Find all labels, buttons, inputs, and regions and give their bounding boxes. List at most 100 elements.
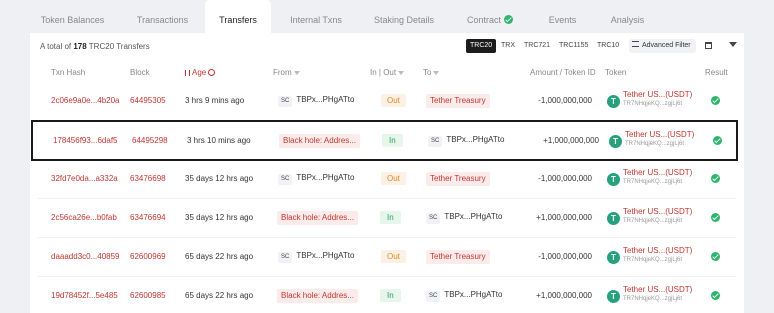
success-check-icon: [711, 213, 720, 222]
col-from[interactable]: From: [273, 68, 300, 77]
tab-transfers[interactable]: Transfers: [205, 0, 271, 33]
direction-badge-out: Out: [381, 250, 406, 263]
block-link[interactable]: 63476698: [130, 174, 166, 183]
col-txn-hash: Txn Hash: [51, 68, 86, 77]
block-link[interactable]: 64495305: [130, 96, 166, 105]
success-check-icon: [711, 291, 720, 300]
token-type-trc10[interactable]: TRC10: [593, 39, 623, 53]
txn-hash-link[interactable]: 2c56ca26e...b0fab: [51, 213, 117, 222]
from-address-text: TBPx...PHgATto: [296, 251, 355, 260]
to-address-tag[interactable]: Tether Treasury: [426, 250, 490, 264]
table-row: 2c56ca26e...b0fab 63476694 35 days 12 hrs …: [38, 199, 736, 238]
tether-icon: T: [607, 212, 620, 225]
summary-prefix: A total of: [40, 42, 74, 51]
tab-internal-txns[interactable]: Internal Txns: [280, 0, 352, 33]
amount-text: +1,000,000,000: [536, 213, 592, 222]
filter-icon: [398, 71, 405, 75]
block-link[interactable]: 62600969: [130, 252, 166, 261]
token-type-trx[interactable]: TRX: [497, 39, 519, 53]
col-age-label: Age: [192, 68, 207, 77]
calendar-icon: [705, 42, 712, 49]
txn-hash-link[interactable]: daaadd3c0...40859: [51, 252, 120, 261]
clock-icon: [208, 69, 216, 76]
success-check-icon: [711, 96, 720, 105]
age-text: 3 hrs 10 mins ago: [187, 136, 251, 145]
from-address-tag[interactable]: Black hole: Addres...: [277, 289, 358, 303]
to-address[interactable]: SC TBPx...PHgATto: [426, 212, 502, 224]
direction-badge-in: In: [382, 134, 403, 147]
token-contract-address: TR7NHqjeKQ...zgjLj6t: [623, 179, 683, 185]
from-address[interactable]: SC TBPx...PHgATto: [278, 173, 354, 185]
tether-icon: T: [607, 290, 620, 303]
col-age[interactable]: Age: [185, 68, 216, 77]
col-result: Result: [705, 68, 728, 77]
token-type-trc1155[interactable]: TRC1155: [555, 39, 592, 53]
token-link[interactable]: Tether US...(USDT): [623, 168, 692, 177]
amount-text: +1,000,000,000: [536, 291, 592, 300]
direction-badge-in: In: [380, 211, 401, 224]
tether-icon: T: [609, 135, 622, 148]
tab-events[interactable]: Events: [540, 0, 585, 33]
block-link[interactable]: 63476694: [130, 213, 166, 222]
tab-transactions[interactable]: Transactions: [125, 0, 200, 33]
tab-contract[interactable]: Contract: [458, 0, 522, 33]
success-check-icon: [711, 252, 720, 261]
txn-hash-link[interactable]: 19d78452f...5e485: [51, 291, 118, 300]
col-token: Token: [605, 68, 627, 77]
from-address-tag[interactable]: Black hole: Addres...: [277, 211, 358, 225]
block-link[interactable]: 62600985: [130, 291, 166, 300]
direction-badge-out: Out: [381, 172, 406, 185]
to-address[interactable]: SC TBPx...PHgATto: [426, 290, 502, 302]
col-to[interactable]: To: [423, 68, 440, 77]
txn-hash-link[interactable]: 178456f93...6daf5: [53, 136, 118, 145]
col-in-out-label: In | Out: [370, 68, 397, 77]
verified-check-icon: [504, 15, 513, 24]
tab-analysis[interactable]: Analysis: [600, 0, 655, 33]
filter-icon: [433, 71, 440, 75]
contract-badge: SC: [278, 252, 293, 263]
token-link[interactable]: Tether US...(USDT): [623, 90, 692, 99]
from-address-text: TBPx...PHgATto: [296, 173, 355, 182]
token-link[interactable]: Tether US...(USDT): [623, 285, 692, 294]
sort-icon: [185, 70, 190, 76]
to-address-tag[interactable]: Tether Treasury: [426, 172, 490, 186]
age-text: 65 days 22 hrs ago: [185, 291, 254, 300]
col-amount: Amount / Token ID: [530, 68, 596, 77]
filter-button[interactable]: [725, 39, 740, 53]
col-in-out[interactable]: In | Out: [370, 68, 405, 77]
to-address[interactable]: SC TBPx...PHgATto: [428, 135, 504, 147]
from-address[interactable]: SC TBPx...PHgATto: [278, 95, 354, 107]
col-to-label: To: [423, 68, 432, 77]
to-address-tag[interactable]: Tether Treasury: [426, 94, 490, 108]
token-link[interactable]: Tether US...(USDT): [623, 246, 692, 255]
tether-icon: T: [607, 95, 620, 108]
tether-icon: T: [607, 173, 620, 186]
tab-token-balances[interactable]: Token Balances: [30, 0, 115, 33]
date-filter-button[interactable]: [701, 39, 716, 53]
txn-hash-link[interactable]: 2c06e9a0e...4b20a: [51, 96, 120, 105]
from-address-tag[interactable]: Black hole: Addres...: [279, 134, 360, 148]
token-contract-address: TR7NHqjeKQ...zgjLj6t: [623, 101, 683, 107]
contract-badge: SC: [426, 291, 441, 302]
from-address[interactable]: SC TBPx...PHgATto: [278, 251, 354, 263]
to-address-text: TBPx...PHgATto: [446, 135, 505, 144]
to-address-text: TBPx...PHgATto: [444, 290, 503, 299]
advanced-filter-button[interactable]: Advanced Filter: [629, 39, 696, 53]
txn-hash-link[interactable]: 32fd7e0da...a332a: [51, 174, 118, 183]
table-row: 32fd7e0da...a332a 63476698 35 days 12 hrs …: [38, 160, 736, 199]
token-type-trc20[interactable]: TRC20: [466, 39, 497, 53]
direction-badge-in: In: [380, 289, 401, 302]
token-link[interactable]: Tether US...(USDT): [625, 130, 694, 139]
table-row: 19d78452f...5e485 62600985 65 days 22 hrs …: [38, 277, 736, 313]
token-type-trc721[interactable]: TRC721: [520, 39, 554, 53]
token-link[interactable]: Tether US...(USDT): [623, 207, 692, 216]
age-text: 3 hrs 9 mins ago: [185, 96, 245, 105]
token-contract-address: TR7NHqjeKQ...zgjLj6t: [623, 218, 683, 224]
token-contract-address: TR7NHqjeKQ...zgjLj6t: [623, 257, 683, 263]
tab-staking-details[interactable]: Staking Details: [365, 0, 443, 33]
amount-text: +1,000,000,000: [543, 136, 599, 145]
col-block: Block: [130, 68, 150, 77]
success-check-icon: [711, 174, 720, 183]
block-link[interactable]: 64495298: [132, 136, 168, 145]
amount-text: -1,000,000,000: [538, 96, 592, 105]
